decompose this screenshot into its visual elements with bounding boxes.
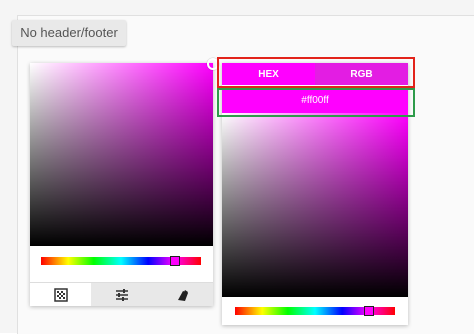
tab-eyedropper[interactable]: [152, 282, 213, 306]
picker-mode-tabs: [30, 282, 213, 306]
annotation-box-green: [217, 88, 415, 117]
sliders-icon: [115, 288, 128, 301]
saturation-area[interactable]: [222, 113, 408, 297]
palette-icon: [53, 287, 68, 302]
annotation-box-red: [217, 57, 415, 88]
hue-slider[interactable]: [41, 256, 201, 266]
hue-slider-thumb[interactable]: [170, 256, 180, 266]
saturation-area[interactable]: [30, 58, 219, 246]
tab-palette[interactable]: [30, 282, 91, 306]
tab-sliders[interactable]: [91, 282, 152, 306]
hue-slider-thumb[interactable]: [364, 306, 374, 316]
no-header-footer-chip[interactable]: No header/footer: [9, 20, 126, 52]
eyedropper-icon: [177, 289, 188, 301]
color-picker-left: [30, 58, 219, 306]
hue-slider[interactable]: [235, 306, 395, 316]
